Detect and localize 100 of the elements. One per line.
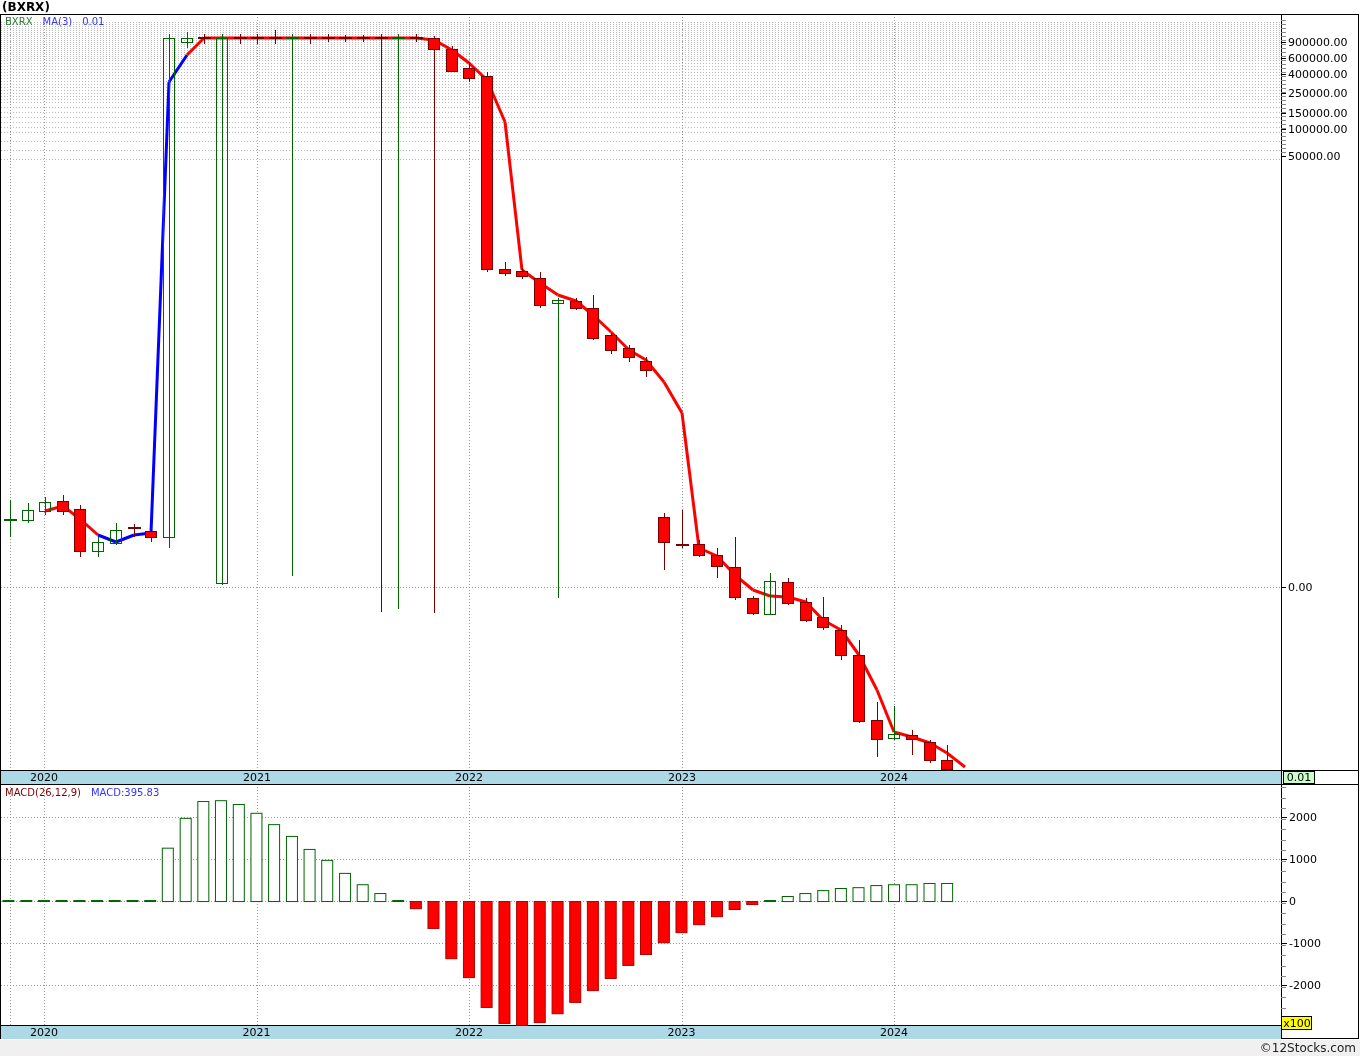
candlestick — [339, 34, 352, 43]
axis-label: 2023 — [668, 771, 696, 784]
histogram-bar — [888, 884, 900, 903]
axis-label: 900000.00 — [1288, 36, 1348, 49]
tick-label: 0 — [1289, 895, 1296, 908]
axis-label: 250000.00 — [1288, 87, 1348, 100]
histogram-bar — [834, 888, 847, 903]
histogram-bar — [356, 884, 369, 903]
histogram-bar — [427, 901, 440, 929]
histogram-bar — [91, 900, 104, 903]
tick-label: 2023 — [667, 1026, 696, 1039]
histogram-bar — [303, 848, 316, 903]
candlestick — [269, 29, 282, 45]
histogram-bar — [817, 890, 830, 903]
axis-label: 2021 — [243, 771, 271, 784]
candlestick — [764, 572, 776, 616]
tick-label: 2000 — [1289, 811, 1317, 824]
candlestick — [782, 577, 794, 606]
histogram-bar — [675, 901, 688, 934]
candlestick — [304, 33, 317, 45]
histogram-bar — [73, 900, 86, 903]
candlestick — [516, 267, 528, 280]
histogram-bar — [321, 859, 334, 903]
candlestick — [357, 34, 370, 43]
chart-title: (BXRX) — [2, 0, 50, 14]
histogram-bar — [764, 900, 777, 903]
candlestick — [92, 536, 104, 558]
histogram-bar — [339, 872, 352, 903]
candlestick — [4, 499, 17, 538]
candlestick — [499, 261, 511, 277]
candlestick — [39, 496, 51, 516]
axis-label: 600000.00 — [1288, 52, 1348, 65]
candlestick — [640, 356, 652, 378]
candlestick — [181, 31, 193, 49]
candlestick — [446, 45, 458, 73]
candlestick — [817, 596, 829, 631]
candlestick — [110, 522, 122, 546]
candlestick — [800, 597, 812, 623]
candlestick — [74, 504, 86, 558]
histogram-bar — [693, 901, 706, 926]
tick-label: 1000 — [1289, 853, 1317, 866]
candlestick — [605, 332, 617, 355]
candlestick — [924, 739, 936, 764]
axis-label: 400000.00 — [1288, 68, 1348, 81]
histogram-bar — [728, 901, 741, 911]
tick-label: 2024 — [880, 1026, 908, 1039]
histogram-bar — [905, 884, 918, 903]
multiplier-badge: x100 — [1281, 1016, 1312, 1030]
candlestick — [251, 33, 264, 45]
candlestick — [198, 33, 211, 45]
histogram-bar — [285, 835, 298, 903]
histogram-bar — [2, 900, 15, 903]
candlestick — [128, 523, 141, 538]
candlestick — [906, 729, 918, 756]
legend-label: BXRX — [5, 16, 33, 27]
histogram-bar — [374, 893, 387, 903]
axis-label: 0.00 — [1288, 581, 1313, 594]
histogram-bar — [55, 900, 68, 903]
tick-label: 2022 — [454, 1026, 483, 1039]
histogram-bar — [37, 900, 50, 903]
candlestick — [587, 294, 599, 341]
histogram-bar — [144, 900, 157, 903]
candlestick — [835, 624, 847, 661]
candlestick — [234, 33, 247, 45]
histogram-bar — [870, 885, 883, 903]
candlestick — [22, 502, 34, 524]
axis-label: 100000.00 — [1288, 123, 1348, 136]
histogram-bar — [781, 896, 794, 903]
histogram-bar — [711, 901, 723, 918]
histogram-bar — [657, 901, 670, 944]
candlestick — [322, 33, 335, 43]
histogram-bar — [445, 901, 458, 960]
candlestick — [463, 61, 475, 83]
candlestick — [570, 297, 582, 311]
candlestick — [410, 33, 423, 43]
tick-label: 2021 — [242, 1026, 271, 1039]
candlestick — [711, 547, 723, 579]
candlestick — [57, 494, 69, 516]
tick-label: -1000 — [1289, 937, 1321, 950]
histogram-bar — [392, 900, 405, 903]
candlestick — [747, 595, 759, 616]
candlestick — [623, 344, 635, 363]
legend-label: MA(3) — [42, 16, 73, 27]
histogram-bar — [409, 901, 422, 910]
histogram-bar — [20, 900, 33, 903]
candlestick — [941, 744, 953, 770]
copyright-text: ©12Stocks.com — [1259, 1041, 1356, 1055]
candlestick — [658, 512, 670, 571]
histogram-bar — [746, 901, 759, 905]
candlestick — [693, 539, 705, 558]
histogram-bar — [640, 901, 652, 955]
legend-label: MACD:395.83 — [90, 787, 160, 798]
candlestick — [676, 509, 689, 549]
axis-label: 50000.00 — [1288, 150, 1341, 163]
axis-label: 2022 — [455, 771, 483, 784]
candlestick — [145, 526, 157, 543]
histogram-bar — [622, 901, 635, 966]
axis-label: 2024 — [880, 771, 908, 784]
tick-label: 2020 — [29, 1026, 58, 1039]
histogram-bar — [161, 847, 174, 903]
